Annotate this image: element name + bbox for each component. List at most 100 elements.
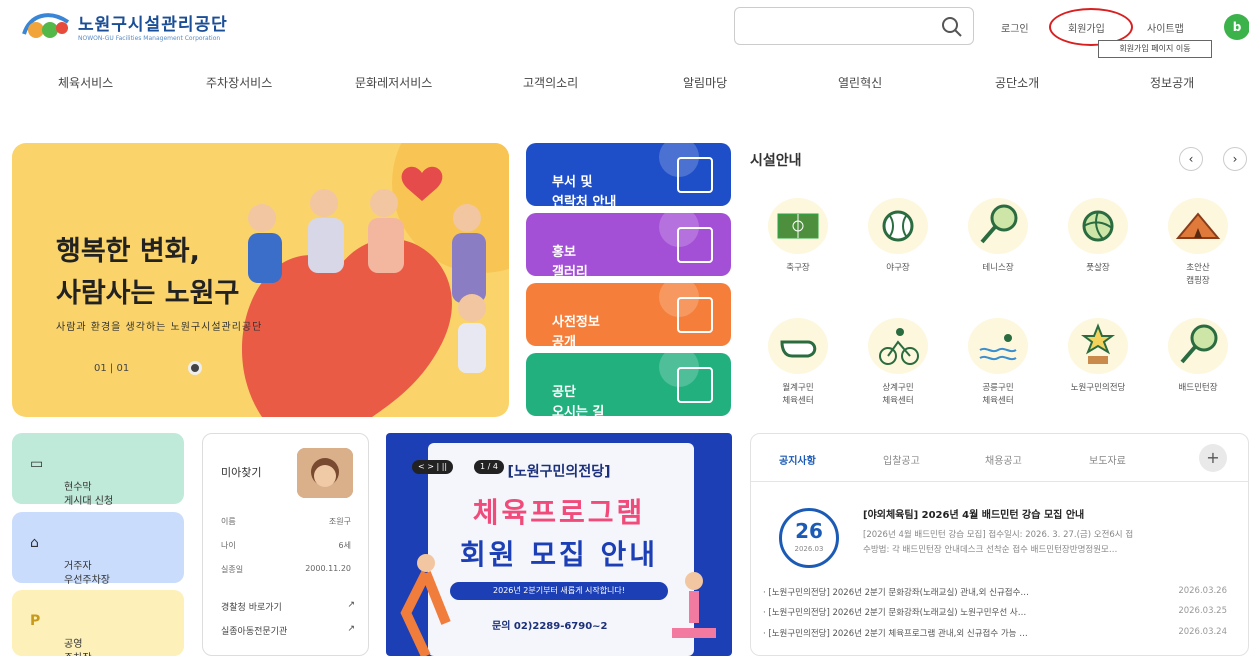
search-icon[interactable] <box>941 16 963 38</box>
facility-tennis[interactable]: 테니스장 <box>953 198 1043 275</box>
facility-camping[interactable]: 초안산 캠핑장 <box>1153 198 1243 288</box>
facility-baseball[interactable]: 야구장 <box>853 198 943 275</box>
sitemap-link[interactable]: 사이트맵 <box>1147 20 1184 35</box>
user-avatar[interactable]: b <box>1224 14 1249 40</box>
facility-nowon-hall[interactable]: 노원구민의전당 <box>1053 318 1143 395</box>
quick-directions-button[interactable]: 공단 오시는 길 <box>526 353 731 416</box>
banner-main-line1: 체육프로그램 <box>472 496 646 529</box>
volleyball-icon <box>1068 198 1128 254</box>
facilities-prev-button[interactable]: ‹ <box>1179 147 1203 171</box>
tab-hiring[interactable]: 채용공고 <box>985 452 1022 467</box>
featured-notice-body: [2026년 4월 배드민턴 강습 모집] 접수일시: 2026. 3. 27.… <box>863 530 1134 555</box>
signup-tooltip: 회원가입 페이지 이동 <box>1098 40 1212 58</box>
notice-row[interactable]: · [노원구민의전당] 2026년 2분기 체육프로그램 관내,외 신규접수 가… <box>763 627 1227 639</box>
hero-title: 행복한 변화, 사람사는 노원구 <box>56 236 240 309</box>
external-link-icon: ↗ <box>347 600 355 610</box>
facility-sanggye[interactable]: 상계구민 체육센터 <box>853 318 943 408</box>
exercise-figure-right <box>672 572 716 638</box>
quick-contacts-button[interactable]: 부서 및 연락처 안내 <box>526 143 731 206</box>
site-logo[interactable]: 노원구시설관리공단 NOWON-GU Facilities Management… <box>20 8 228 44</box>
tile-banner-application[interactable]: ▭ 현수막 게시대 신청 <box>12 433 184 507</box>
hero-banner[interactable]: 행복한 변화, 사람사는 노원구 사람과 환경을 생각하는 노원구시설관리공단 … <box>12 143 509 417</box>
tent-icon <box>1168 198 1228 254</box>
facility-wolgye[interactable]: 월계구민 체육센터 <box>753 318 843 408</box>
missing-child-card: 미아찾기 이름 조원구 나이 6세 실종일 2000.11.20 경찰청 바로가기 ↗ … <box>202 433 369 656</box>
document-search-icon <box>677 297 713 333</box>
facility-label: 야구장 <box>886 263 910 273</box>
tile-public-parking[interactable]: P 공영 주차장 <box>12 590 184 656</box>
notice-board: 공지사항 입찰공고 채용공고 보도자료 + 26 2026.03 [야외체육팀]… <box>750 433 1249 656</box>
facility-badminton[interactable]: 배드민턴장 <box>1153 318 1243 395</box>
quick-contacts-label: 부서 및 연락처 안내 <box>552 175 617 206</box>
nav-item-disclosure[interactable]: 정보공개 <box>1150 74 1194 91</box>
external-link-icon: ↗ <box>347 624 355 634</box>
featured-date-badge: 26 2026.03 <box>779 508 839 568</box>
nav-item-about[interactable]: 공단소개 <box>995 74 1039 91</box>
search-input[interactable] <box>734 7 974 45</box>
soccer-field-icon <box>768 198 828 254</box>
parking-icon: P <box>30 613 41 629</box>
nav-item-voice[interactable]: 고객의소리 <box>523 74 578 91</box>
banner-pill: 2026년 2분기부터 새롭게 시작합니다! <box>450 582 668 600</box>
banner-stand-icon: ▭ <box>30 456 44 472</box>
baseball-icon <box>868 198 928 254</box>
banner-contact: 문의 02)2289-6790~2 <box>492 621 608 632</box>
notice-row[interactable]: · [노원구민의전당] 2026년 2분기 문화강좌(노래교실) 노원구민우선 … <box>763 606 1227 618</box>
missing-row: 나이 6세 <box>221 541 351 550</box>
notice-row[interactable]: · [노원구민의전당] 2026년 2분기 문화강좌(노래교실) 관내,외 신규… <box>763 586 1227 598</box>
missing-row: 이름 조원구 <box>221 517 351 526</box>
tennis-racket-icon <box>968 198 1028 254</box>
badminton-racket-icon <box>1168 318 1228 374</box>
nav-item-sports[interactable]: 체육서비스 <box>58 74 113 91</box>
document-icon <box>677 157 713 193</box>
featured-notice-title[interactable]: [야외체육팀] 2026년 4월 배드민턴 강습 모집 안내 <box>863 506 1084 521</box>
facility-label: 테니스장 <box>982 263 1014 273</box>
more-plus-button[interactable]: + <box>1199 444 1227 472</box>
missing-child-photo <box>297 448 353 498</box>
program-banner[interactable]: < > | || 1 / 4 [노원구민의전당] 체육프로그램 회원 모집 안내… <box>386 433 732 656</box>
tile-label: 공영 주차장 <box>64 639 92 656</box>
notice-tabs: 공지사항 입찰공고 채용공고 보도자료 + <box>751 434 1248 482</box>
tile-label: 현수막 게시대 신청 <box>64 482 114 507</box>
quick-directions-label: 공단 오시는 길 <box>552 385 605 416</box>
exercise-figure-left <box>400 554 451 656</box>
logo-mark-icon <box>20 8 72 44</box>
login-link[interactable]: 로그인 <box>1001 20 1029 35</box>
hero-subtitle: 사람과 환경을 생각하는 노원구시설관리공단 <box>56 322 263 333</box>
logo-title: 노원구시설관리공단 <box>78 15 228 35</box>
police-link[interactable]: 경찰청 바로가기 ↗ <box>221 600 355 613</box>
nav-item-culture[interactable]: 문화레저서비스 <box>355 74 432 91</box>
tile-resident-parking[interactable]: ⌂ 거주자 우선주차장 <box>12 512 184 586</box>
tab-press[interactable]: 보도자료 <box>1089 452 1126 467</box>
facility-futsal[interactable]: 풋살장 <box>1053 198 1143 275</box>
nav-item-notice[interactable]: 알림마당 <box>683 74 727 91</box>
facility-label: 공릉구민 체육센터 <box>982 383 1014 406</box>
whistle-icon <box>768 318 828 374</box>
facility-soccer[interactable]: 축구장 <box>753 198 843 275</box>
signpost-icon <box>677 367 713 403</box>
missing-row: 실종일 2000.11.20 <box>221 564 351 574</box>
banner-heading: [노원구민의전당] <box>507 464 611 480</box>
facilities-next-button[interactable]: › <box>1223 147 1247 171</box>
tab-notice[interactable]: 공지사항 <box>779 452 816 467</box>
quick-disclosure-button[interactable]: 사전정보 공개 <box>526 283 731 346</box>
cyclist-icon <box>868 318 928 374</box>
nav-item-innovation[interactable]: 열린혁신 <box>838 74 882 91</box>
missing-title: 미아찾기 <box>221 466 262 479</box>
facility-label: 월계구민 체육센터 <box>782 383 814 406</box>
hero-pause-button[interactable] <box>188 361 202 375</box>
hero-pager: 01 | 01 <box>94 363 130 374</box>
facility-gongneung[interactable]: 공릉구민 체육센터 <box>953 318 1043 408</box>
quick-gallery-label: 홍보 갤러리 <box>552 245 588 276</box>
quick-gallery-button[interactable]: 홍보 갤러리 <box>526 213 731 276</box>
facility-label: 축구장 <box>786 263 810 273</box>
main-nav: 체육서비스 주차장서비스 문화레저서비스 고객의소리 알림마당 열린혁신 공단소… <box>0 74 1249 102</box>
missing-agency-link[interactable]: 실종아동전문기관 ↗ <box>221 624 355 637</box>
tab-bidding[interactable]: 입찰공고 <box>883 452 920 467</box>
facilities-title: 시설안내 <box>750 153 802 169</box>
nav-item-parking[interactable]: 주차장서비스 <box>206 74 272 91</box>
trophy-icon <box>1068 318 1128 374</box>
logo-subtitle: NOWON-GU Facilities Management Corporati… <box>78 35 221 42</box>
quick-disclosure-label: 사전정보 공개 <box>552 315 600 346</box>
house-icon: ⌂ <box>30 535 39 551</box>
